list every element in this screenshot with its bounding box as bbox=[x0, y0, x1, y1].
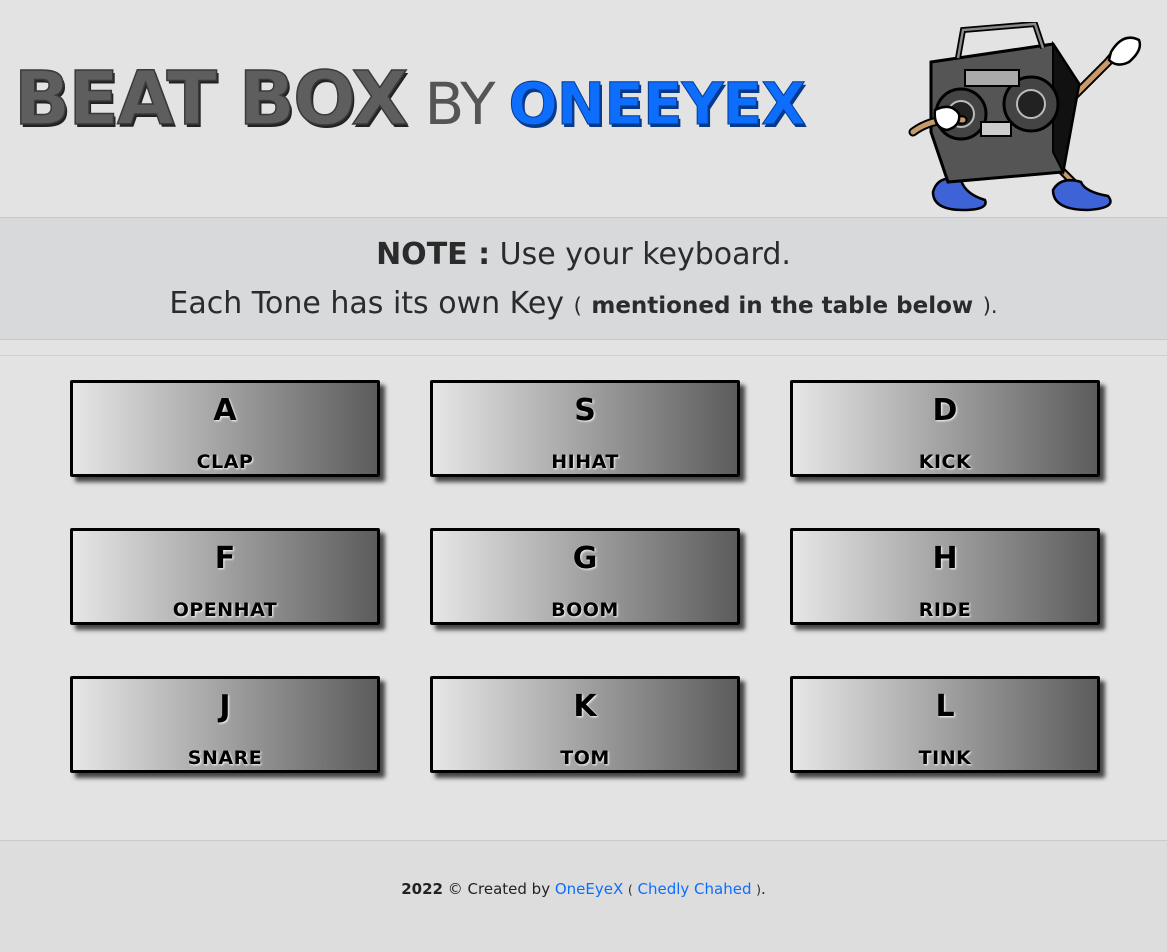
footer: 2022 © Created by OneEyeX ( Chedly Chahe… bbox=[0, 840, 1167, 952]
key-pad[interactable]: D KICK bbox=[790, 380, 1100, 477]
key-sound: TOM bbox=[560, 747, 610, 769]
key-pad[interactable]: H RIDE bbox=[790, 528, 1100, 625]
key-pad[interactable]: A CLAP bbox=[70, 380, 380, 477]
footer-created-by: Created by bbox=[467, 880, 551, 898]
header: BEAT BOX BY ONEEYEX bbox=[0, 0, 1167, 217]
key-letter: L bbox=[935, 689, 955, 724]
key-sound: BOOM bbox=[551, 599, 619, 621]
key-pad[interactable]: G BOOM bbox=[430, 528, 740, 625]
title-by: BY bbox=[424, 70, 495, 138]
title-beat-box: BEAT BOX bbox=[13, 56, 409, 142]
note-panel: NOTE : Use your keyboard. Each Tone has … bbox=[0, 217, 1167, 340]
key-sound: CLAP bbox=[196, 451, 254, 473]
title-brand: ONEEYEX bbox=[508, 70, 806, 138]
note-text-2: Each Tone has its own Key bbox=[169, 286, 565, 321]
key-letter: G bbox=[572, 541, 598, 576]
section-divider bbox=[0, 355, 1167, 356]
key-pad[interactable]: F OPENHAT bbox=[70, 528, 380, 625]
key-sound: RIDE bbox=[918, 599, 972, 621]
key-sound: OPENHAT bbox=[172, 599, 278, 621]
key-pad[interactable]: L TINK bbox=[790, 676, 1100, 773]
page-title: BEAT BOX BY ONEEYEX bbox=[13, 61, 806, 138]
key-letter: J bbox=[219, 689, 231, 724]
key-letter: K bbox=[573, 689, 597, 724]
footer-credit: 2022 © Created by OneEyeX ( Chedly Chahe… bbox=[0, 880, 1167, 898]
note-open-paren: ( bbox=[573, 294, 582, 318]
key-letter: S bbox=[574, 393, 596, 428]
key-sound: KICK bbox=[918, 451, 972, 473]
author-link[interactable]: OneEyeX bbox=[555, 880, 623, 898]
note-line-2: Each Tone has its own Key ( mentioned in… bbox=[0, 286, 1167, 321]
key-letter: D bbox=[932, 393, 958, 428]
key-pad[interactable]: K TOM bbox=[430, 676, 740, 773]
note-close-paren: ). bbox=[982, 294, 998, 318]
key-letter: F bbox=[214, 541, 236, 576]
note-emphasis: mentioned in the table below bbox=[591, 293, 974, 319]
key-letter: H bbox=[932, 541, 958, 576]
key-sound: SNARE bbox=[187, 747, 263, 769]
key-pad[interactable]: S HIHAT bbox=[430, 380, 740, 477]
note-text-1: Use your keyboard. bbox=[499, 237, 791, 272]
dabbing-boombox-icon bbox=[908, 22, 1142, 212]
name-link[interactable]: Chedly Chahed bbox=[638, 880, 752, 898]
key-sound: TINK bbox=[918, 747, 972, 769]
key-letter: A bbox=[213, 393, 237, 428]
footer-end: . bbox=[760, 880, 766, 898]
footer-year: 2022 bbox=[401, 880, 443, 898]
key-pad[interactable]: J SNARE bbox=[70, 676, 380, 773]
note-line-1: NOTE : Use your keyboard. bbox=[0, 237, 1167, 272]
note-label: NOTE : bbox=[376, 237, 491, 272]
copyright-symbol: © bbox=[447, 880, 463, 898]
footer-open-paren: ( bbox=[628, 883, 633, 897]
key-sound: HIHAT bbox=[551, 451, 619, 473]
